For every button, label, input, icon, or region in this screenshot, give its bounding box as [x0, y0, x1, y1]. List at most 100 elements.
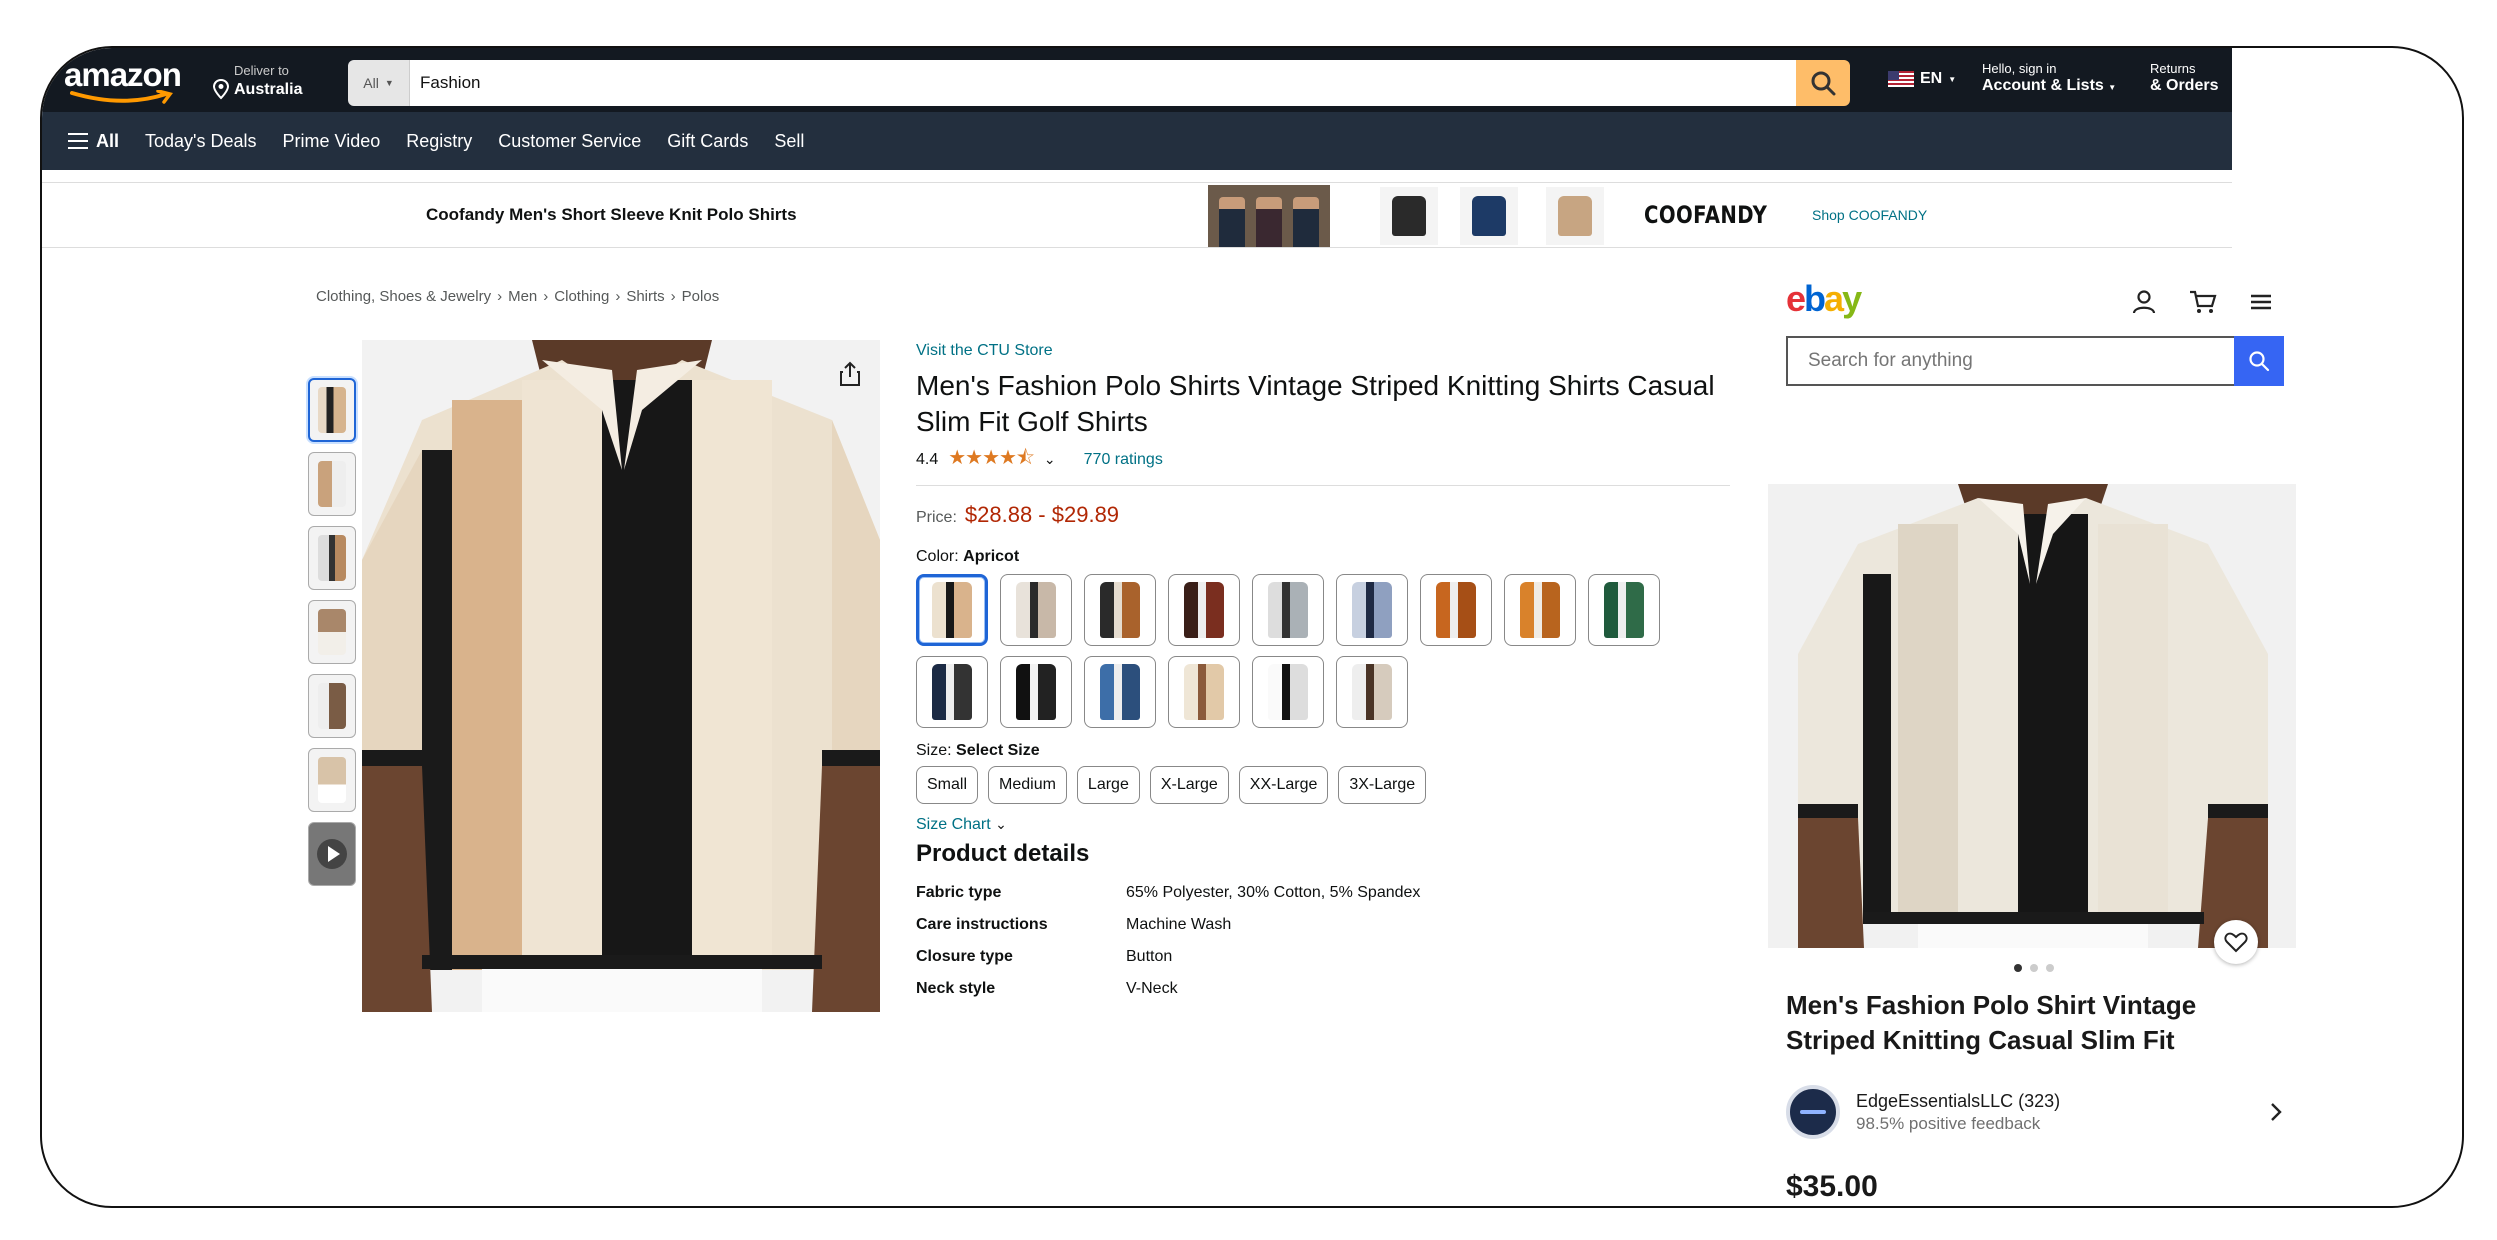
- color-swatch[interactable]: [1084, 573, 1156, 646]
- breadcrumb-item[interactable]: Men: [508, 288, 537, 305]
- ebay-search-input[interactable]: [1788, 338, 2234, 384]
- search-category-label: All: [363, 75, 379, 91]
- size-chart-label: Size Chart: [916, 815, 991, 833]
- share-icon[interactable]: [836, 360, 864, 388]
- deliver-to-label: Deliver to: [234, 63, 289, 78]
- nav-customer-service[interactable]: Customer Service: [498, 131, 641, 152]
- user-icon[interactable]: [2130, 288, 2158, 316]
- color-swatch[interactable]: [1420, 573, 1492, 646]
- selected-color: Apricot: [963, 547, 1020, 565]
- breadcrumb-item[interactable]: Clothing, Shoes & Jewelry: [316, 288, 491, 305]
- price-row: Price: $28.88 - $29.89: [916, 502, 1736, 528]
- thumbnail[interactable]: [308, 526, 356, 590]
- account-label: Account & Lists: [1982, 76, 2104, 94]
- banner-product-image[interactable]: [1460, 187, 1518, 245]
- nav-registry[interactable]: Registry: [406, 131, 472, 152]
- search-input[interactable]: [410, 60, 1796, 106]
- main-product-image[interactable]: [362, 340, 880, 1012]
- sponsored-banner[interactable]: Coofandy Men's Short Sleeve Knit Polo Sh…: [42, 182, 2232, 248]
- color-swatch[interactable]: [1000, 655, 1072, 728]
- menu-icon[interactable]: [2248, 288, 2274, 316]
- nav-gift-cards[interactable]: Gift Cards: [667, 131, 748, 152]
- cart-icon[interactable]: [2188, 288, 2218, 316]
- hamburger-icon: [68, 133, 88, 149]
- carousel-dot[interactable]: [2014, 964, 2022, 972]
- search-icon: [2249, 351, 2270, 372]
- ebay-product-title[interactable]: Men's Fashion Polo Shirt Vintage Striped…: [1786, 988, 2286, 1058]
- caret-down-icon: ▼: [384, 78, 394, 88]
- size-option-medium[interactable]: Medium: [988, 765, 1067, 804]
- breadcrumb-item[interactable]: Clothing: [554, 288, 609, 305]
- product-details-table: Fabric type 65% Polyester, 30% Cotton, 5…: [916, 884, 1736, 998]
- color-selector-label: Color: Apricot: [916, 548, 1736, 566]
- size-option-x-large[interactable]: X-Large: [1149, 765, 1229, 804]
- thumbnail[interactable]: [308, 674, 356, 738]
- color-swatch[interactable]: [1000, 573, 1072, 646]
- rating-value: 4.4: [916, 450, 939, 468]
- size-option-xx-large[interactable]: XX-Large: [1238, 765, 1329, 804]
- thumbnail[interactable]: [308, 748, 356, 812]
- ratings-count-link[interactable]: 770 ratings: [1084, 451, 1163, 469]
- chevron-down-icon: ⌄: [995, 815, 1007, 832]
- language-label: EN: [1920, 70, 1943, 87]
- price-label: Price:: [916, 508, 957, 526]
- detail-value: V-Neck: [1126, 979, 1178, 997]
- ebay-header-icons: [2130, 288, 2274, 316]
- color-swatch[interactable]: [916, 655, 988, 728]
- ebay-search-button[interactable]: [2234, 336, 2284, 386]
- watchlist-heart-button[interactable]: [2214, 920, 2258, 964]
- detail-key: Fabric type: [916, 883, 1002, 901]
- seller-feedback: 98.5% positive feedback: [1856, 1113, 2041, 1133]
- carousel-dot[interactable]: [2030, 964, 2038, 972]
- nav-prime-video[interactable]: Prime Video: [283, 131, 381, 152]
- price-value: $28.88 - $29.89: [964, 501, 1120, 527]
- location-pin-icon: [212, 79, 230, 100]
- breadcrumb-item[interactable]: Shirts: [626, 288, 664, 305]
- thumbnail[interactable]: [308, 452, 356, 516]
- amazon-logo[interactable]: amazon: [64, 56, 196, 104]
- deliver-to[interactable]: Deliver to Australia: [212, 63, 302, 100]
- color-swatch[interactable]: [1168, 573, 1240, 646]
- selected-size: Select Size: [956, 741, 1040, 759]
- search-button[interactable]: [1796, 60, 1850, 106]
- ebay-logo[interactable]: ebay: [1786, 278, 1862, 320]
- color-swatch[interactable]: [1336, 655, 1408, 728]
- color-swatch[interactable]: [1588, 573, 1660, 646]
- search-category-select[interactable]: All ▼: [348, 60, 410, 106]
- color-swatch[interactable]: [1252, 655, 1324, 728]
- banner-product-image[interactable]: [1546, 187, 1604, 245]
- color-swatch[interactable]: [1084, 655, 1156, 728]
- account-lists[interactable]: Hello, sign in Account & Lists ▼: [1982, 61, 2116, 95]
- thumbnail[interactable]: [308, 378, 356, 442]
- shop-brand-link[interactable]: Shop COOFANDY: [1812, 207, 1927, 223]
- size-option-small[interactable]: Small: [916, 765, 979, 804]
- video-thumbnail[interactable]: [308, 822, 356, 886]
- seller-info[interactable]: EdgeEssentialsLLC (323) 98.5% positive f…: [1786, 1082, 2286, 1142]
- store-link[interactable]: Visit the CTU Store: [916, 342, 1736, 360]
- color-swatch[interactable]: [1336, 573, 1408, 646]
- detail-value: Machine Wash: [1126, 915, 1232, 933]
- color-swatch[interactable]: [1168, 655, 1240, 728]
- carousel-dot[interactable]: [2046, 964, 2054, 972]
- size-option-3x-large[interactable]: 3X-Large: [1338, 765, 1427, 804]
- color-swatch[interactable]: [916, 573, 988, 646]
- size-chart-link[interactable]: Size Chart ⌄: [916, 816, 1736, 834]
- image-carousel-dots: [2014, 964, 2054, 972]
- color-swatch[interactable]: [1252, 573, 1324, 646]
- chevron-right-icon: [2271, 1103, 2282, 1121]
- language-selector[interactable]: EN ▼: [1888, 70, 1956, 88]
- ebay-product-image[interactable]: [1768, 484, 2296, 948]
- thumbnail[interactable]: [308, 600, 356, 664]
- all-menu-button[interactable]: All: [68, 131, 119, 152]
- returns-orders[interactable]: Returns & Orders: [2150, 61, 2218, 95]
- breadcrumb-item[interactable]: Polos: [682, 288, 720, 305]
- banner-product-image[interactable]: [1380, 187, 1438, 245]
- ebay-price: $35.00: [1786, 1170, 1878, 1203]
- color-swatch[interactable]: [1504, 573, 1576, 646]
- product-info: Visit the CTU Store Men's Fashion Polo S…: [916, 342, 1736, 998]
- nav-todays-deals[interactable]: Today's Deals: [145, 131, 257, 152]
- chevron-down-icon[interactable]: ⌄: [1044, 451, 1056, 468]
- nav-sell[interactable]: Sell: [774, 131, 804, 152]
- star-rating-icon[interactable]: ★★★★⯪: [948, 443, 1035, 477]
- size-option-large[interactable]: Large: [1076, 765, 1140, 804]
